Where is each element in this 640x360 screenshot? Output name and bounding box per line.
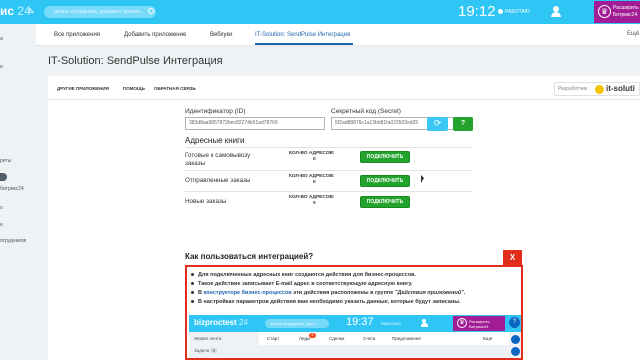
embedded-nav-item: Счета	[363, 336, 376, 341]
book-name: Готовые к самовывозу заказы	[185, 152, 251, 167]
count-label: КОЛ-ВО АДРЕСОВ:	[289, 151, 335, 156]
embedded-upgrade: ♛ Расширить Битрикс24	[453, 316, 505, 331]
crown-icon: ♛	[598, 5, 611, 18]
portal-logo[interactable]: ис 24	[0, 4, 31, 18]
embedded-right-icon	[511, 335, 520, 344]
developer-label: Разработчик	[558, 86, 588, 92]
page-title: IT-Solution: SendPulse Интеграция	[48, 55, 223, 67]
top-header: ис 24 ✎ искать сотрудника, документ, про…	[0, 0, 640, 24]
tab-sendpulse[interactable]: IT-Solution: SendPulse Интеграция	[255, 32, 350, 38]
book-name: Новые заказы	[185, 198, 227, 205]
count-value: 0	[313, 180, 316, 185]
embedded-search: искать сотрудника, доку...	[265, 319, 329, 328]
user-icon[interactable]	[551, 6, 561, 18]
sidebar-active-marker	[0, 173, 7, 181]
refresh-icon: ⟳	[433, 118, 442, 128]
connect-button[interactable]: ПОДКЛЮЧИТЬ	[360, 151, 410, 163]
embedded-work-status: РАБОТАЮ	[381, 321, 401, 326]
search-input[interactable]: искать сотрудника, документ, прочее...	[44, 6, 156, 18]
work-status[interactable]: РАБОТАЮ	[498, 9, 530, 15]
howto-bullet: В настройках параметров действия вам нео…	[191, 299, 461, 305]
secret-label: Секретный код (Secret)	[331, 108, 401, 115]
close-howto-button[interactable]: X	[503, 250, 522, 265]
sidebar-item[interactable]: о	[0, 205, 3, 211]
edit-logo-icon[interactable]: ✎	[28, 7, 35, 16]
divider	[185, 191, 472, 192]
help-link[interactable]: ПОМОЩЬ	[123, 86, 145, 91]
id-label: Идентификатор (ID)	[185, 108, 246, 115]
favorite-star-icon[interactable]: ☆	[206, 55, 214, 66]
address-books-title: Адресные книги	[185, 136, 245, 145]
app-tabs: Все приложения Добавить приложение Вебху…	[36, 24, 640, 46]
howto-bullet: Такое действие записывает E-mail адрес в…	[191, 281, 412, 287]
mouse-cursor-icon	[421, 175, 424, 183]
other-apps-link[interactable]: ДРУГИЕ ПРИЛОЖЕНИЯ	[57, 86, 109, 91]
app-menu-bar: ДРУГИЕ ПРИЛОЖЕНИЯ ПОМОЩЬ ОБРАТНАЯ СВЯЗЬ …	[48, 76, 640, 100]
refresh-button[interactable]: ⟳	[427, 117, 448, 131]
upgrade-button[interactable]: ♛ Расширить Битрикс24	[594, 1, 640, 23]
embedded-side-item: Задачи 4	[194, 348, 217, 353]
howto-bullet: В конструкторе бизнес-процессов эти дейс…	[191, 290, 465, 296]
divider	[185, 170, 472, 171]
developer-name: it-soluti	[606, 84, 635, 93]
embedded-logo: bizproctest 24	[194, 318, 248, 327]
sidebar-item[interactable]: и	[0, 64, 3, 70]
search-icon[interactable]	[148, 8, 154, 14]
embedded-nav: Старт Лиды Сделки Счета Предложения Ещё	[259, 332, 509, 345]
sidebar-item[interactable]: е	[0, 222, 3, 228]
howto-title: Как пользоваться интеграцией?	[185, 252, 314, 261]
embedded-nav-item: Старт	[267, 336, 280, 341]
count-value: 0	[313, 201, 316, 206]
divider	[185, 147, 472, 148]
connect-button[interactable]: ПОДКЛЮЧИТЬ	[360, 175, 410, 187]
sidebar-item[interactable]: отрудников	[0, 238, 26, 244]
id-field[interactable]: 383d8aa9857872bec82274b51ad78769	[185, 117, 325, 130]
sidebar-item[interactable]: битрикс24	[0, 186, 24, 192]
howto-bullet: Для подключенных адресных книг создаются…	[191, 272, 416, 278]
feedback-link[interactable]: ОБРАТНАЯ СВЯЗЬ	[154, 86, 196, 91]
embedded-nav-item: Предложения	[392, 336, 421, 341]
embedded-nav-item: Сделки	[329, 336, 345, 341]
book-name: Отправленные заказы	[185, 177, 251, 184]
tab-more[interactable]: Ещё	[627, 31, 639, 37]
embedded-side-item: Живая лента	[194, 336, 222, 341]
connect-button[interactable]: ПОДКЛЮЧИТЬ	[360, 196, 410, 208]
bp-constructor-link[interactable]: конструкторе бизнес-процессов	[204, 290, 292, 296]
secret-field[interactable]: 5f2ad88876c1a13bb81fa023502ed25	[331, 117, 471, 130]
developer-logo-icon	[595, 85, 604, 94]
embedded-nav-item: Ещё	[483, 336, 493, 341]
embedded-crown-icon: ♛	[457, 318, 467, 328]
help-button[interactable]: ?	[453, 117, 473, 131]
status-dot-icon	[498, 9, 503, 15]
embedded-badge: 5	[309, 333, 316, 338]
clock[interactable]: 19:12	[458, 3, 496, 20]
embedded-clock: 19:37	[346, 316, 374, 328]
sidebar-item[interactable]: реты	[0, 158, 11, 164]
embedded-user-icon	[421, 319, 428, 327]
sidebar-item[interactable]: а	[0, 36, 3, 42]
active-tab-underline	[255, 43, 353, 45]
tab-all-apps[interactable]: Все приложения	[54, 32, 100, 38]
howto-box: Для подключенных адресных книг создаются…	[185, 265, 523, 360]
embedded-help-icon: ?	[509, 317, 520, 328]
developer-box[interactable]: Разработчик it-soluti	[554, 82, 640, 96]
count-label: КОЛ-ВО АДРЕСОВ:	[289, 174, 335, 179]
tab-add-app[interactable]: Добавить приложение	[124, 32, 186, 38]
count-value: 0	[313, 157, 316, 162]
count-label: КОЛ-ВО АДРЕСОВ:	[289, 195, 335, 200]
embedded-screenshot: bizproctest 24 искать сотрудника, доку..…	[189, 315, 521, 358]
tab-webhooks[interactable]: Вебхуки	[210, 32, 233, 38]
embedded-right-icon	[511, 347, 520, 356]
